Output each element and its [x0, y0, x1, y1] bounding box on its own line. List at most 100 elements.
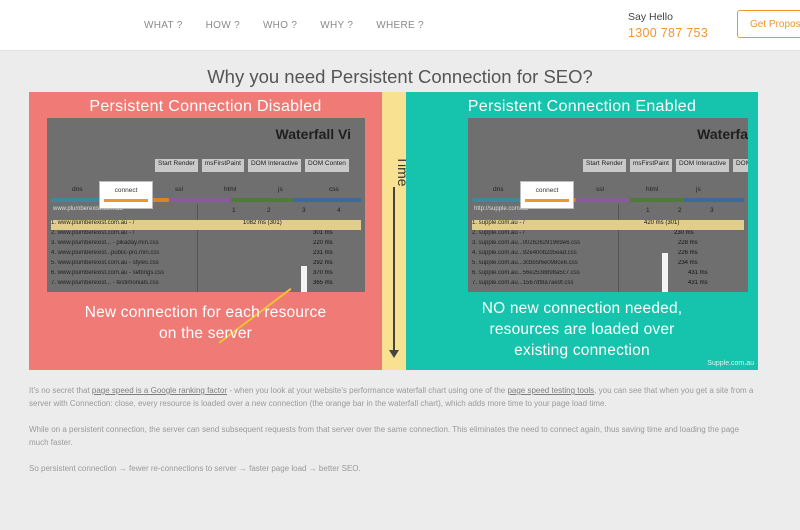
row-label: 5. supple.com.au...3cbb5f6e098ce6.css [472, 260, 578, 266]
axis-tick: 2 [678, 207, 682, 214]
say-hello-label: Say Hello [628, 11, 673, 23]
time-arrow [393, 187, 395, 352]
panel-disabled: Persistent Connection Disabled Waterfall… [29, 92, 382, 370]
row-time: 370 ms [313, 270, 333, 276]
waterfall-row: 4. www.plumberexist...public-pro.min.css… [51, 250, 361, 260]
waterfall-row: 2. www.plumberexist.com.au - / 301 ms [51, 230, 361, 240]
connect-callout-label: connect [535, 187, 559, 194]
row-label: 7. supple.com.au...1567df8a7ae9f.css [472, 280, 574, 286]
waterfall-row: 6. www.plumberexist.com.au - settings.cs… [51, 270, 361, 280]
row-label: 1. www.plumberexist.com.au - / [51, 220, 135, 226]
persistent-connection-infographic: Persistent Connection Disabled Waterfall… [29, 92, 758, 370]
panel-disabled-caption: New connection for each resource on the … [29, 302, 382, 344]
row-label: 3. supple.com.au...002626291969e6.css [472, 240, 581, 246]
col-ssl: ssl [596, 186, 604, 193]
connect-callout-label: connect [114, 187, 138, 194]
nav-item-why[interactable]: WHY ? [320, 20, 353, 31]
row-label: 6. supple.com.au...56e2538898a5c7.css [472, 270, 580, 276]
caption-line: resources are loaded over [489, 321, 675, 338]
caption-line: on the server [158, 325, 253, 342]
nav-item-who[interactable]: WHO ? [263, 20, 297, 31]
panel-enabled-caption: NO new connection needed, resources are … [406, 298, 758, 361]
connect-orange-bar [525, 199, 569, 202]
waterfall-color-key [51, 198, 361, 202]
row-time: 420 ms (301) [644, 220, 680, 226]
row-label: 2. supple.com.au - / [472, 230, 525, 236]
caption-line: existing connection [514, 342, 650, 359]
page-title: Why you need Persistent Connection for S… [207, 66, 593, 87]
legend-start-render: Start Render [155, 159, 198, 172]
waterfall-legend: Start Render msFirstPaint DOM Interactiv… [155, 159, 349, 172]
connect-callout: connect [520, 181, 574, 209]
axis-tick: 3 [710, 207, 714, 214]
axis-tick: 3 [302, 207, 306, 214]
waterfall-columns: dns ssl html js css [47, 186, 365, 196]
nav-item-where[interactable]: WHERE ? [376, 20, 424, 31]
row-time: 234 ms [678, 260, 698, 266]
get-proposal-button[interactable]: Get Proposal [737, 10, 800, 38]
connect-callout: connect [99, 181, 153, 209]
waterfall-row: 4. supple.com.au...92e400b2d5ead.css 226 … [472, 250, 744, 260]
connect-bar-strip [301, 266, 307, 292]
paragraph-1: It's no secret that page speed is a Goog… [29, 385, 760, 410]
connect-bar-strip [662, 253, 668, 292]
page-speed-tools-link[interactable]: page speed testing tools [507, 386, 594, 395]
time-arrow-head [389, 350, 399, 358]
axis-tick: 1 [232, 207, 236, 214]
row-label: 3. www.plumberexist... - pikaday.min.css [51, 240, 159, 246]
legend-first-paint: msFirstPaint [201, 159, 244, 172]
legend-dom-content: DOM Co [732, 159, 748, 172]
waterfall-row: 3. supple.com.au...002626291969e6.css 228… [472, 240, 744, 250]
waterfall-row: 7. www.plumberexist... - testimonials.cs… [51, 280, 361, 290]
waterfall-screenshot-disabled: Waterfall Vi Start Render msFirstPaint D… [47, 118, 365, 292]
connect-orange-bar [104, 199, 148, 202]
col-ssl: ssl [175, 186, 183, 193]
waterfall-screenshot-enabled: Waterfa Start Render msFirstPaint DOM In… [468, 118, 748, 292]
legend-start-render: Start Render [583, 159, 626, 172]
article-body: It's no secret that page speed is a Goog… [29, 385, 760, 490]
col-dns: dns [493, 186, 504, 193]
row-label: 1. supple.com.au - / [472, 220, 525, 226]
main-nav: WHAT ? HOW ? WHO ? WHY ? WHERE ? [144, 20, 447, 31]
paragraph-text: - when you look at your website's perfor… [227, 386, 508, 395]
waterfall-legend: Start Render msFirstPaint DOM Interactiv… [583, 159, 748, 172]
row-time: 301 ms [313, 230, 333, 236]
google-ranking-factor-link[interactable]: page speed is a Google ranking factor [92, 386, 227, 395]
waterfall-title: Waterfa [697, 126, 748, 142]
panel-enabled: Persistent Connection Enabled Waterfa St… [406, 92, 758, 370]
legend-dom-interactive: DOM Interactive [247, 159, 301, 172]
waterfall-row: 2. supple.com.au - / 230 ms [472, 230, 744, 240]
waterfall-row: 1. supple.com.au - / 420 ms (301) [472, 220, 744, 230]
col-css: css [329, 186, 339, 193]
waterfall-row: 1. www.plumberexist.com.au - / 1082 ms (3… [51, 220, 361, 230]
caption-line: New connection for each resource [84, 304, 327, 321]
waterfall-row: 7. supple.com.au...1567df8a7ae9f.css 431 … [472, 280, 744, 290]
row-time: 230 ms [674, 230, 694, 236]
legend-first-paint: msFirstPaint [629, 159, 672, 172]
phone-number-link[interactable]: 1300 787 753 [628, 26, 708, 40]
caption-line: NO new connection needed, [481, 300, 683, 317]
waterfall-title: Waterfall Vi [275, 126, 351, 142]
row-time: 365 ms [313, 280, 333, 286]
nav-item-what[interactable]: WHAT ? [144, 20, 183, 31]
legend-dom-interactive: DOM Interactive [675, 159, 729, 172]
paragraph-2: While on a persistent connection, the se… [29, 425, 740, 447]
row-label: 4. supple.com.au...92e400b2d5ead.css [472, 250, 577, 256]
row-time: 228 ms [678, 240, 698, 246]
row-time: 431 ms [688, 280, 708, 286]
row-label: 5. www.plumberexist.com.au - styles.css [51, 260, 159, 266]
panel-disabled-heading: Persistent Connection Disabled [89, 98, 322, 115]
waterfall-rows: 1. www.plumberexist.com.au - / 1082 ms (3… [51, 220, 361, 290]
axis-tick: 2 [267, 207, 271, 214]
waterfall-row: 3. www.plumberexist... - pikaday.min.css… [51, 240, 361, 250]
paragraph-text: It's no secret that [29, 386, 92, 395]
row-time: 292 ms [313, 260, 333, 266]
col-dns: dns [72, 186, 83, 193]
row-time: 1082 ms (301) [243, 220, 282, 226]
axis-tick: 1 [646, 207, 650, 214]
nav-item-how[interactable]: HOW ? [206, 20, 240, 31]
row-time: 231 ms [313, 250, 333, 256]
waterfall-row: 6. supple.com.au...56e2538898a5c7.css 431… [472, 270, 744, 280]
waterfall-columns: dns ssl html js [468, 186, 748, 196]
col-html: html [224, 186, 237, 193]
